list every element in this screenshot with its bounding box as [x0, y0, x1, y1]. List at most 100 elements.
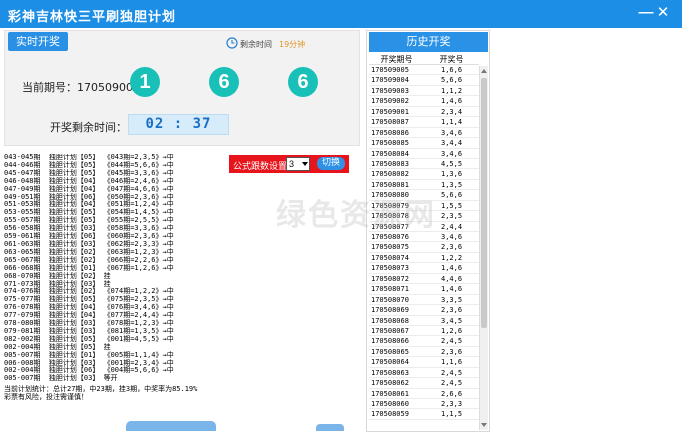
history-number-cell: 1,4,6	[441, 264, 463, 273]
history-number-cell: 3,4,6	[441, 233, 463, 241]
history-table: 开奖期号 开奖号 170509005 1,6,6 170509004 5,6,6 170…	[369, 54, 479, 420]
bottom-small-button[interactable]	[316, 424, 344, 431]
history-row[interactable]: 170508067 1,2,6	[369, 326, 479, 337]
history-row[interactable]: 170508059 1,1,5	[369, 409, 479, 420]
history-issue-cell: 170508068	[371, 316, 409, 325]
realtime-draw-button[interactable]: 实时开奖	[8, 32, 68, 51]
history-issue-cell: 170509004	[371, 76, 409, 85]
history-number-cell: 1,1,4	[441, 118, 463, 127]
history-row[interactable]: 170508083 4,5,5	[369, 159, 479, 170]
close-button[interactable]: ✕	[655, 5, 671, 21]
history-number-cell: 2,3,6	[441, 243, 463, 252]
history-number-cell: 2,4,5	[441, 337, 463, 346]
history-row[interactable]: 170508060 2,3,3	[369, 399, 479, 410]
remaining-time-label: 剩余时间	[240, 40, 272, 49]
history-row[interactable]: 170509004 5,6,6	[369, 75, 479, 86]
summary-line: 彩票有风险，投注需谨慎！	[4, 393, 88, 401]
history-row[interactable]: 170508070 3,3,5	[369, 295, 479, 306]
history-number-cell: 1,3,6	[441, 170, 463, 179]
history-issue-cell: 170508059	[371, 410, 409, 419]
history-issue-cell: 170508073	[371, 264, 409, 273]
scroll-up-arrow-icon[interactable]	[481, 69, 487, 73]
history-issue-cell: 170508082	[371, 170, 409, 179]
history-number-cell: 1,4,6	[441, 97, 463, 106]
history-row[interactable]: 170508085 3,4,4	[369, 138, 479, 149]
history-row[interactable]: 170508062 2,4,5	[369, 378, 479, 389]
history-number-cell: 1,3,5	[441, 180, 463, 189]
history-row[interactable]: 170508086 3,4,6	[369, 128, 479, 139]
history-row[interactable]: 170508073 1,4,6	[369, 263, 479, 274]
scroll-down-arrow-icon[interactable]	[481, 423, 487, 427]
history-issue-cell: 170508084	[371, 149, 409, 158]
history-row[interactable]: 170508074 1,2,2	[369, 253, 479, 264]
countdown-timer: 02 : 37	[128, 114, 229, 135]
history-number-cell: 2,4,5	[441, 379, 463, 388]
history-number-cell: 1,4,6	[441, 285, 463, 294]
history-row[interactable]: 170508082 1,3,6	[369, 169, 479, 180]
history-issue-cell: 170508071	[371, 285, 409, 294]
minimize-button[interactable]: —	[638, 5, 654, 21]
history-number-cell: 3,3,5	[441, 295, 463, 304]
history-number-cell: 2,3,5	[441, 212, 463, 221]
column-number: 开奖号	[439, 55, 464, 64]
history-issue-cell: 170508063	[371, 368, 409, 377]
history-issue-cell: 170508064	[371, 358, 409, 367]
history-row[interactable]: 170508075 2,3,6	[369, 242, 479, 253]
history-issue-cell: 170508070	[371, 295, 409, 304]
history-row[interactable]: 170508071 1,4,6	[369, 284, 479, 295]
history-number-cell: 1,2,2	[441, 253, 463, 262]
history-issue-cell: 170509002	[371, 97, 409, 106]
history-row[interactable]: 170508069 2,3,6	[369, 305, 479, 316]
bottom-action-button[interactable]	[126, 421, 216, 431]
window-title: 彩神吉林快三平刷独胆计划	[8, 10, 177, 25]
history-number-cell: 1,6,6	[441, 66, 463, 74]
history-row[interactable]: 170508064 1,1,6	[369, 357, 479, 368]
history-number-cell: 2,3,4	[441, 107, 463, 116]
history-issue-cell: 170508060	[371, 400, 409, 408]
history-issue-cell: 170508067	[371, 326, 409, 335]
scroll-thumb[interactable]	[481, 78, 487, 328]
history-number-cell: 3,4,6	[441, 128, 463, 137]
history-number-cell: 1,2,6	[441, 326, 463, 335]
draw-ball-1: 1	[130, 67, 160, 97]
formula-count-value: 3	[289, 159, 295, 169]
history-scrollbar[interactable]	[479, 66, 488, 430]
history-row[interactable]: 170508063 2,4,5	[369, 368, 479, 379]
history-row[interactable]: 170509005 1,6,6	[369, 65, 479, 76]
draw-ball-2: 6	[209, 67, 239, 97]
history-number-cell: 4,4,6	[441, 274, 463, 283]
history-issue-cell: 170508081	[371, 180, 409, 189]
history-issue-cell: 170508062	[371, 379, 409, 388]
countdown-label: 开奖剩余时间：	[50, 121, 127, 134]
history-issue-cell: 170508083	[371, 159, 409, 168]
history-row[interactable]: 170508068 3,4,5	[369, 316, 479, 326]
history-issue-cell: 170508087	[371, 118, 409, 127]
formula-count-select[interactable]: 3	[286, 157, 310, 171]
history-row[interactable]: 170508066 2,4,5	[369, 336, 479, 347]
switch-button[interactable]: 切换	[317, 157, 345, 170]
history-row[interactable]: 170508087 1,1,4	[369, 117, 479, 128]
history-row[interactable]: 170508065 2,3,6	[369, 347, 479, 358]
history-issue-cell: 170508085	[371, 139, 409, 148]
history-number-cell: 1,5,5	[441, 201, 463, 210]
history-number-cell: 2,4,4	[441, 222, 463, 231]
title-bar: 彩神吉林快三平刷独胆计划 — ✕	[0, 0, 682, 28]
history-row[interactable]: 170509002 1,4,6	[369, 96, 479, 107]
history-row[interactable]: 170508084 3,4,6	[369, 149, 479, 159]
history-rows: 170509005 1,6,6 170509004 5,6,6 170509003 1,1…	[369, 65, 479, 420]
history-issue-cell: 170508065	[371, 347, 409, 356]
history-number-cell: 1,1,6	[441, 358, 463, 367]
history-row[interactable]: 170508072 4,4,6	[369, 274, 479, 285]
history-row[interactable]: 170508081 1,3,5	[369, 180, 479, 191]
history-number-cell: 1,1,5	[441, 410, 463, 419]
history-issue-cell: 170508069	[371, 306, 409, 315]
history-row[interactable]: 170509003 1,1,2	[369, 86, 479, 97]
history-number-cell: 2,3,6	[441, 347, 463, 356]
history-issue-cell: 170508072	[371, 274, 409, 283]
history-number-cell: 2,6,6	[441, 389, 463, 398]
formula-settings-label: 公式跟数设置	[233, 162, 288, 172]
history-row[interactable]: 170508061 2,6,6	[369, 389, 479, 399]
history-row[interactable]: 170509001 2,3,4	[369, 107, 479, 118]
history-number-cell: 4,5,5	[441, 159, 463, 168]
draw-ball-3: 6	[288, 67, 318, 97]
